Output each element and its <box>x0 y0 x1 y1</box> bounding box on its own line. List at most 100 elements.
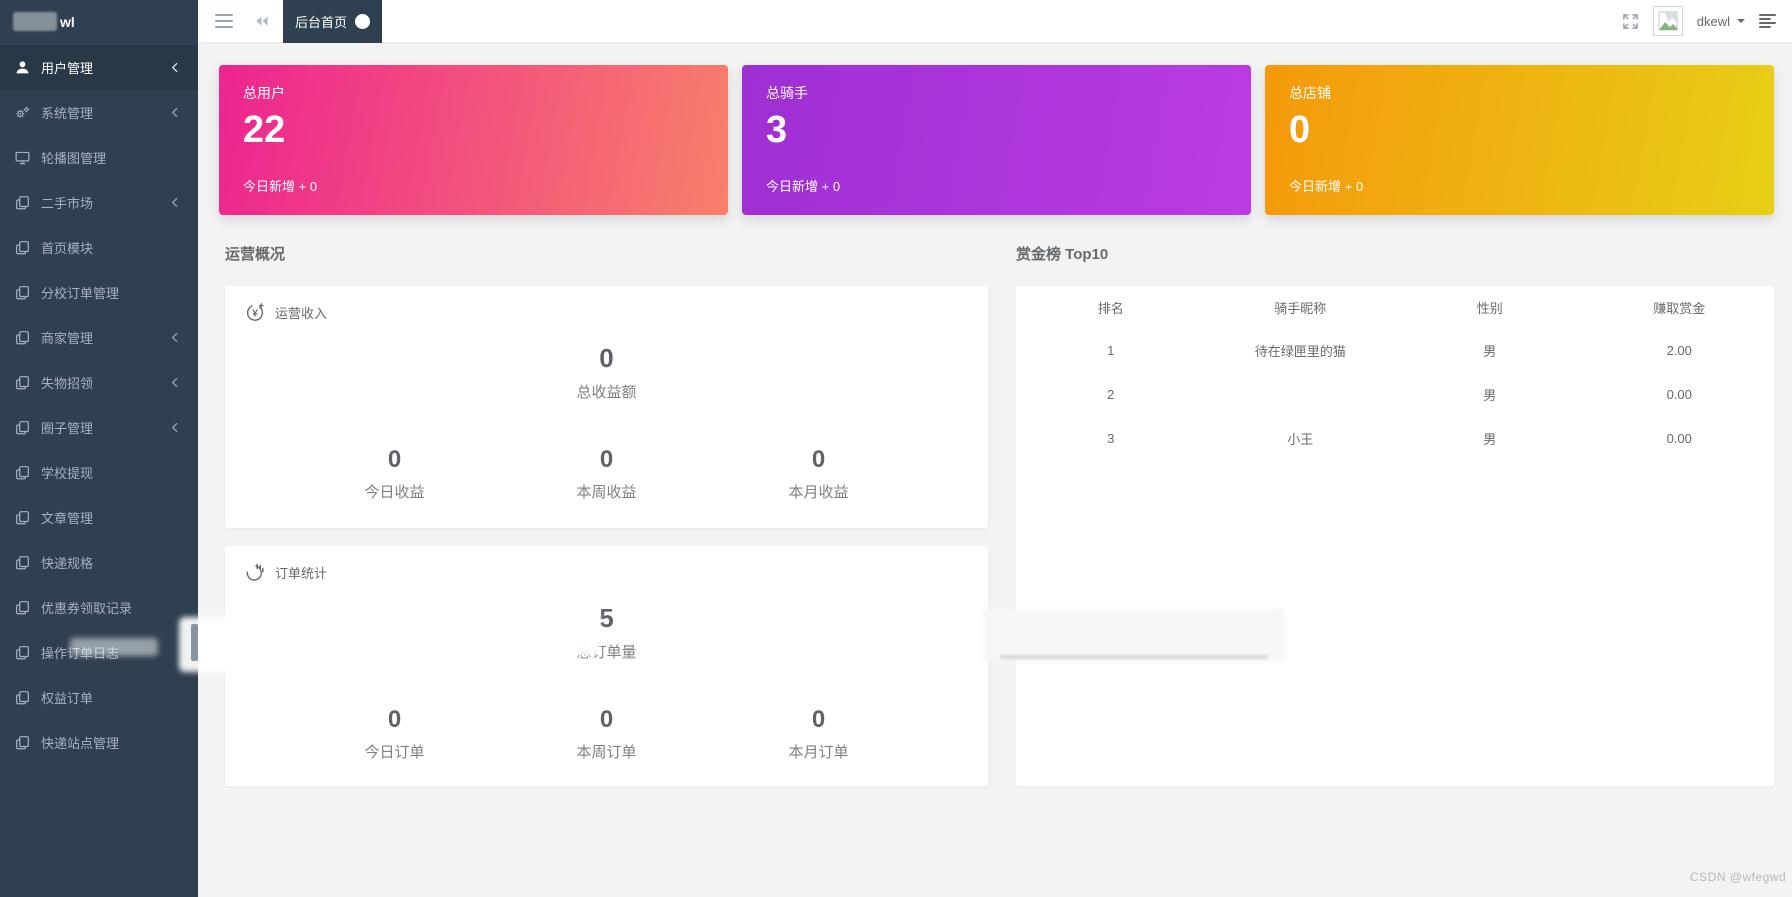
stat-sub: 今日新增 + 0 <box>766 179 841 194</box>
sidebar-item-order-operation-log[interactable]: 操作订单日志 <box>0 630 198 675</box>
stat-label: 今日收益 <box>364 484 425 501</box>
app-logo: wl <box>0 0 198 43</box>
table-row[interactable]: 3 小王 男 0.00 <box>1016 416 1774 460</box>
income-total-value: 0 <box>599 343 614 373</box>
stat-value: 22 <box>243 109 286 151</box>
cell-nickname <box>1206 372 1396 416</box>
tab-dashboard[interactable]: 后台首页 <box>283 0 383 43</box>
sidebar-item-express-station-management[interactable]: 快递站点管理 <box>0 720 198 765</box>
sidebar-item-benefit-orders[interactable]: 权益订单 <box>0 675 198 720</box>
monitor-icon <box>15 150 30 165</box>
sidebar-item-label: 用户管理 <box>41 61 94 76</box>
sidebar-item-label: 文章管理 <box>41 511 94 526</box>
tab-close-icon[interactable] <box>355 13 371 29</box>
stat-sub: 今日新增 + 0 <box>1289 179 1364 194</box>
logo-text: wl <box>60 13 75 30</box>
menu-toggle-icon[interactable] <box>215 14 233 28</box>
cell-rank: 3 <box>1107 430 1115 446</box>
stat-card-total-users: 总用户 22 今日新增 + 0 <box>219 65 728 215</box>
cell-amount: 2.00 <box>1666 342 1692 358</box>
theme-panel-icon[interactable] <box>1759 14 1776 28</box>
chevron-left-icon <box>171 107 178 118</box>
stat-value: 0 <box>811 446 826 473</box>
sidebar-item-label: 首页模块 <box>41 241 94 256</box>
sidebar-item-circle-management[interactable]: 圈子管理 <box>0 405 198 450</box>
sidebar-item-user-management[interactable]: 用户管理 <box>0 45 198 90</box>
col-header-nickname: 骑手昵称 <box>1274 300 1327 316</box>
sidebar-item-home-modules[interactable]: 首页模块 <box>0 225 198 270</box>
sidebar-item-system-management[interactable]: 系统管理 <box>0 90 198 135</box>
stat-label: 今日订单 <box>364 744 425 761</box>
sidebar-item-article-management[interactable]: 文章管理 <box>0 495 198 540</box>
sidebar-item-school-withdrawal[interactable]: 学校提现 <box>0 450 198 495</box>
stat-label: 本周收益 <box>576 484 637 501</box>
tab-label: 后台首页 <box>295 14 348 30</box>
watermark: CSDN @wfegwd <box>1690 870 1787 884</box>
income-main-stat: 0 总收益额 <box>225 345 988 402</box>
orders-main-stat: 5 总订单量 <box>225 605 988 662</box>
yen-circle-icon <box>245 302 265 322</box>
stat-card-total-riders: 总骑手 3 今日新增 + 0 <box>742 65 1251 215</box>
chevron-left-icon <box>171 62 178 73</box>
sidebar-item-merchant-management[interactable]: 商家管理 <box>0 315 198 360</box>
sidebar-item-label: 系统管理 <box>41 106 94 121</box>
income-stat-week: 0 本周收益 <box>501 448 713 502</box>
stat-value: 0 <box>1289 109 1311 151</box>
table-row[interactable]: 2 男 0.00 <box>1016 372 1774 416</box>
orders-panel-header: 订单统计 <box>225 546 988 582</box>
stat-label: 本月收益 <box>788 484 849 501</box>
censor-blur <box>13 12 57 31</box>
chevron-left-icon <box>171 377 178 388</box>
income-panel-title: 运营收入 <box>275 305 328 321</box>
copy-icon <box>15 690 30 705</box>
sidebar-item-label: 轮播图管理 <box>41 151 107 166</box>
copy-icon <box>15 195 30 210</box>
income-stat-today: 0 今日收益 <box>289 448 501 502</box>
stat-value: 0 <box>599 706 614 733</box>
table-row[interactable]: 1 待在绿匣里的猫 男 2.00 <box>1016 328 1774 372</box>
user-menu[interactable]: dkewl <box>1697 14 1745 29</box>
orders-panel: 订单统计 5 总订单量 0 今日订单 0 本周订单 0 本月订单 <box>225 546 988 786</box>
stat-card-total-shops: 总店铺 0 今日新增 + 0 <box>1265 65 1774 215</box>
sidebar-item-branch-order-management[interactable]: 分校订单管理 <box>0 270 198 315</box>
income-panel: 运营收入 0 总收益额 0 今日收益 0 本周收益 0 本月收益 <box>225 286 988 528</box>
admin-dashboard: wl 用户管理 系统管理 轮播图管理 二手市场 首页模块 分校订单管理 商家管理… <box>0 0 1792 897</box>
sidebar-item-label: 二手市场 <box>41 196 94 211</box>
income-total-label: 总收益额 <box>576 384 637 401</box>
copy-icon <box>15 465 30 480</box>
orders-total-value: 5 <box>599 603 614 633</box>
copy-icon <box>15 645 30 660</box>
stat-sub: 今日新增 + 0 <box>243 179 318 194</box>
income-stats-row: 0 今日收益 0 本周收益 0 本月收益 <box>225 448 988 502</box>
collapse-tabs-icon[interactable] <box>254 15 269 27</box>
sidebar-item-label: 圈子管理 <box>41 421 94 436</box>
user-icon <box>15 60 30 75</box>
cell-amount: 0.00 <box>1666 386 1692 402</box>
stat-value: 0 <box>387 446 402 473</box>
sidebar-item-label: 快递站点管理 <box>41 736 120 751</box>
bounty-column: 赏金榜 Top10 排名 骑手昵称 性别 赚取赏金 1 待在绿匣里的猫 男 2.… <box>1016 247 1774 786</box>
sidebar-item-label: 操作订单日志 <box>41 646 120 661</box>
sidebar-item-carousel-management[interactable]: 轮播图管理 <box>0 135 198 180</box>
stat-title: 总骑手 <box>766 85 808 101</box>
fullscreen-icon[interactable] <box>1622 13 1639 30</box>
sidebar-item-label: 商家管理 <box>41 331 94 346</box>
chevron-left-icon <box>171 332 178 343</box>
sidebar-item-coupon-claim-records[interactable]: 优惠券领取记录 <box>0 585 198 630</box>
sidebar-item-secondhand-market[interactable]: 二手市场 <box>0 180 198 225</box>
cell-rank: 2 <box>1107 386 1115 402</box>
sidebar-scrollbar[interactable] <box>191 624 198 661</box>
bounty-panel: 排名 骑手昵称 性别 赚取赏金 1 待在绿匣里的猫 男 2.00 2 男 0.0… <box>1016 286 1774 786</box>
stat-value: 0 <box>599 446 614 473</box>
copy-icon <box>15 600 30 615</box>
sidebar-item-express-specs[interactable]: 快递规格 <box>0 540 198 585</box>
copy-icon <box>15 375 30 390</box>
cogs-icon <box>15 105 30 120</box>
stat-title: 总店铺 <box>1289 85 1331 101</box>
orders-panel-title: 订单统计 <box>275 565 328 581</box>
sidebar-item-lost-and-found[interactable]: 失物招领 <box>0 360 198 405</box>
sidebar-item-label: 快递规格 <box>41 556 94 571</box>
avatar[interactable] <box>1652 6 1683 36</box>
section-title-bounty: 赏金榜 Top10 <box>1016 246 1109 263</box>
copy-icon <box>15 420 30 435</box>
